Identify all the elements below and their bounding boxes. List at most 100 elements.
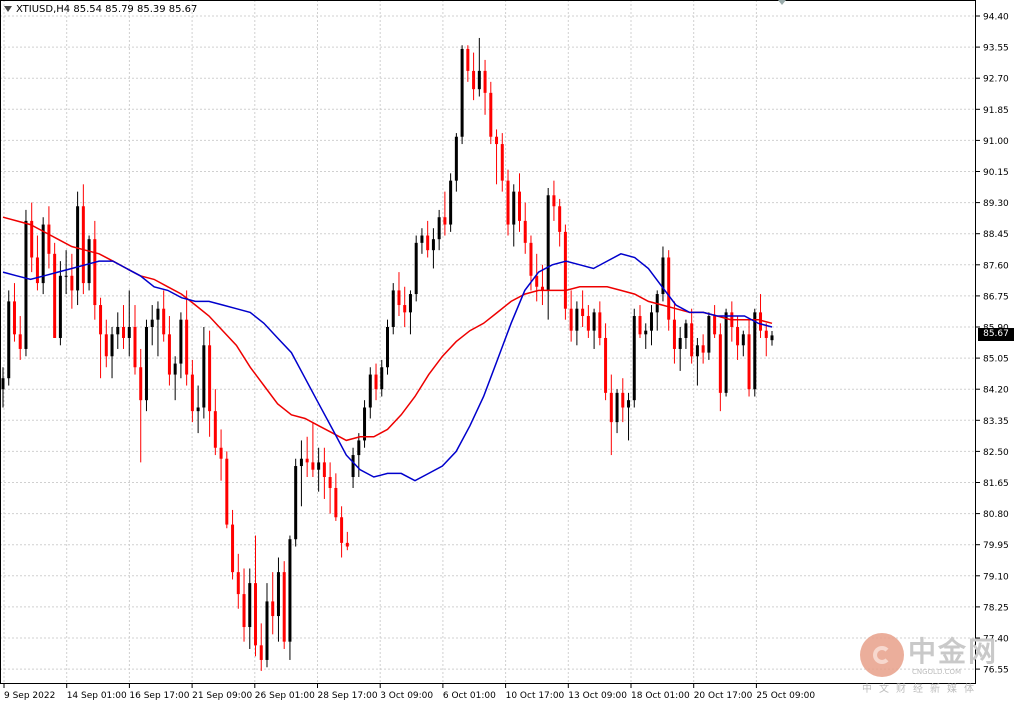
- candle-body: [644, 330, 648, 335]
- candle-body: [764, 330, 768, 338]
- candle-body: [460, 48, 464, 137]
- candle-body: [449, 180, 453, 225]
- last-price-tag: 85.67: [978, 328, 1014, 341]
- candle-body: [563, 231, 567, 309]
- x-tick-label: 18 Oct 01:00: [631, 691, 690, 701]
- candle-body: [420, 235, 424, 243]
- candle-body: [598, 312, 602, 338]
- candle-body: [741, 334, 745, 346]
- candle-body: [87, 239, 91, 284]
- candle-body: [621, 392, 625, 408]
- candle-body: [190, 374, 194, 412]
- x-tick-label: 10 Oct 17:00: [506, 691, 565, 701]
- candle-body: [345, 542, 349, 547]
- candle-body: [265, 601, 269, 660]
- symbol-label: XTIUSD,H4: [16, 4, 71, 15]
- candle-body: [305, 458, 309, 463]
- y-tick-label: 86.75: [983, 292, 1009, 302]
- candle-body: [770, 335, 774, 341]
- candle-body: [426, 235, 430, 251]
- y-tick-label: 91.85: [983, 106, 1009, 116]
- x-axis: 9 Sep 2022 14 Sep 01:00 16 Sep 17:00 21 Sep…: [3, 684, 815, 701]
- watermark-name: 中金网: [908, 635, 999, 668]
- x-tick-label: 3 Oct 09:00: [380, 691, 433, 701]
- candle-body: [546, 195, 550, 291]
- candle-body: [208, 345, 212, 412]
- candle-body: [403, 305, 407, 313]
- candle-body: [604, 337, 608, 393]
- candle-body: [649, 312, 653, 331]
- candle-body: [454, 136, 458, 181]
- candle-body: [299, 458, 303, 467]
- candle-body: [116, 327, 120, 335]
- candle-body: [144, 327, 148, 401]
- candle-body: [495, 136, 499, 145]
- candle-body: [386, 327, 389, 368]
- candle-body: [334, 487, 338, 518]
- y-tick-label: 81.65: [983, 479, 1009, 489]
- candle-body: [632, 316, 636, 401]
- candle-body: [317, 462, 321, 470]
- candle-body: [1, 378, 5, 390]
- x-tick-label: 6 Oct 01:00: [443, 691, 496, 701]
- candle-body: [150, 319, 154, 327]
- candle-body: [506, 180, 510, 225]
- candle-body: [713, 316, 717, 335]
- y-tick-label: 88.45: [983, 230, 1009, 240]
- candle-body: [718, 334, 722, 393]
- watermark-logo: 中金网 CNGOLD.COM 中文财经新媒体: [858, 628, 1008, 698]
- shift-marker-icon[interactable]: [778, 0, 786, 5]
- candle-body: [477, 70, 481, 90]
- candle-body: [627, 400, 631, 408]
- chart-header: XTIUSD,H4 85.54 85.79 85.39 85.67: [4, 4, 197, 15]
- ohlc-readout: 85.54 85.79 85.39 85.67: [73, 4, 198, 15]
- candle-body: [24, 220, 28, 349]
- candle-body: [294, 466, 298, 540]
- y-tick-label: 82.50: [983, 448, 1009, 458]
- candle-body: [472, 70, 476, 90]
- candle-body: [81, 206, 85, 284]
- x-tick-label: 21 Sep 09:00: [192, 691, 252, 701]
- chart[interactable]: 94.40 93.55 92.70 91.85 91.00 90.15 89.30 88.45…: [0, 0, 1016, 704]
- watermark-site: CNGOLD.COM: [912, 668, 962, 676]
- candle-body: [162, 308, 166, 335]
- candle-body: [569, 308, 573, 331]
- candle-body: [431, 239, 435, 251]
- y-tick-label: 85.05: [983, 355, 1009, 365]
- candle-body: [609, 392, 613, 423]
- candle-body: [581, 308, 585, 317]
- price-chart[interactable]: 94.40 93.55 92.70 91.85 91.00 90.15 89.30 88.45…: [0, 0, 1016, 704]
- candle-body: [41, 224, 45, 284]
- candle-body: [747, 334, 751, 390]
- candle-body: [282, 572, 286, 642]
- candle-body: [47, 224, 51, 254]
- candle-body: [552, 195, 556, 207]
- candle-body: [99, 305, 103, 335]
- candle-body: [753, 312, 757, 390]
- watermark-tagline: 中文财经新媒体: [862, 684, 981, 695]
- y-tick-label: 91.00: [983, 137, 1009, 147]
- candle-body: [328, 477, 332, 488]
- candle-body: [133, 327, 137, 368]
- y-axis: 94.40 93.55 92.70 91.85 91.00 90.15 89.30 88.45…: [976, 13, 1009, 676]
- candle-body: [357, 440, 361, 456]
- candle-body: [443, 217, 447, 225]
- candle-body: [202, 345, 206, 408]
- candle-body: [104, 334, 108, 357]
- candle-body: [690, 323, 694, 357]
- y-tick-label: 87.60: [983, 261, 1009, 271]
- menu-arrow-icon[interactable]: [4, 6, 12, 12]
- candle-body: [684, 323, 688, 338]
- candle-body: [523, 220, 527, 243]
- candle-body: [219, 447, 223, 459]
- y-tick-label: 90.15: [983, 168, 1009, 178]
- candle-body: [380, 367, 384, 390]
- candle-body: [259, 645, 263, 660]
- candle-body: [185, 319, 189, 375]
- candle-body: [70, 275, 74, 291]
- candle-body: [517, 191, 521, 221]
- candle-body: [701, 345, 705, 353]
- y-tick-label: 94.40: [983, 13, 1009, 23]
- candle-body: [615, 392, 619, 423]
- candle-body: [500, 144, 504, 181]
